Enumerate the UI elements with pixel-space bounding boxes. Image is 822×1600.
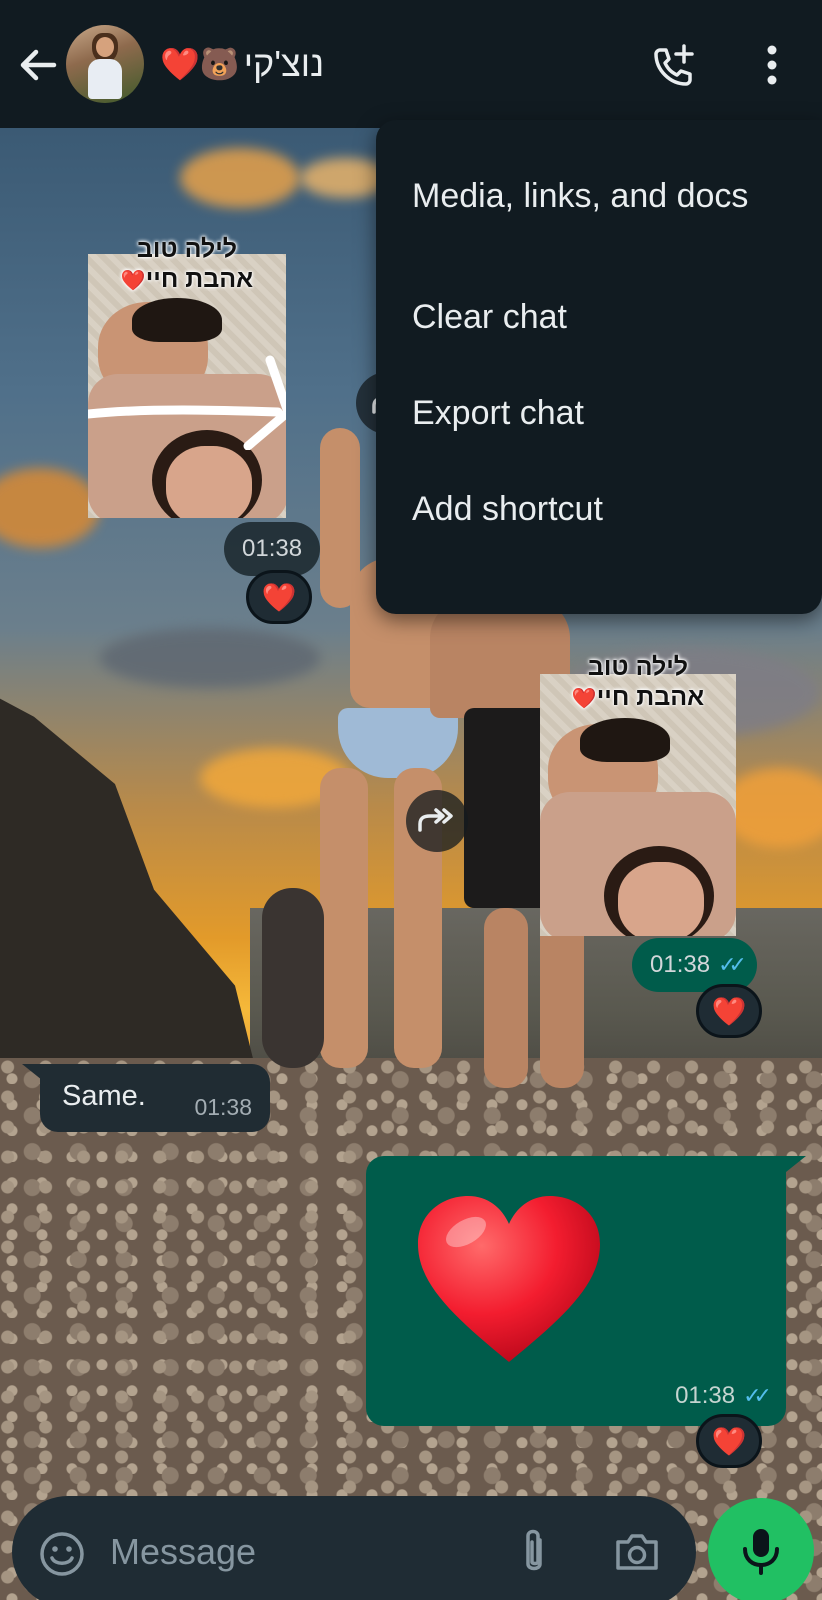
caption-heart-emoji: ❤️: [571, 688, 597, 710]
emoji-icon[interactable]: [38, 1530, 86, 1578]
paperclip-icon[interactable]: [512, 1526, 556, 1578]
incoming-text-message[interactable]: Same. 01:38: [40, 1064, 270, 1132]
message-time: 01:38 ✓✓: [675, 1382, 772, 1410]
emoji-message-time: 01:38: [675, 1382, 736, 1409]
incoming-image-time: 01:38: [242, 535, 303, 562]
camera-icon[interactable]: [612, 1528, 662, 1576]
reaction-heart-emoji: ❤️: [711, 1425, 747, 1457]
more-options-icon[interactable]: [752, 40, 792, 90]
message-time: 01:38: [224, 522, 321, 576]
chat-header: ❤️🐻 נוצ'קי: [0, 0, 822, 128]
bubble-tail: [22, 1064, 42, 1080]
reaction-badge[interactable]: ❤️: [246, 570, 312, 624]
outgoing-image-time: 01:38: [650, 951, 711, 978]
caption-line-1: לילה טוב: [587, 653, 689, 681]
caption-line-2: אהבת חיי: [145, 265, 254, 293]
reaction-badge[interactable]: ❤️: [696, 1414, 762, 1468]
menu-item-clear-chat[interactable]: Clear chat: [376, 262, 822, 372]
overflow-menu: Media, links, and docs Clear chat Export…: [376, 120, 822, 614]
caption-line-1: לילה טוב: [136, 235, 238, 263]
contact-avatar[interactable]: [66, 25, 144, 103]
menu-item-add-shortcut[interactable]: Add shortcut: [376, 454, 822, 564]
back-arrow-icon[interactable]: [14, 40, 64, 90]
microphone-icon: [743, 1529, 779, 1575]
forward-button[interactable]: [406, 790, 468, 852]
message-time: 01:38: [194, 1094, 252, 1120]
message-text: Same.: [62, 1080, 146, 1112]
big-heart-emoji: [414, 1192, 604, 1372]
outgoing-emoji-message[interactable]: ❤️ 01:38 ✓✓: [366, 1156, 786, 1426]
caption-line-2: אהבת חיי: [596, 683, 705, 711]
microphone-button[interactable]: [708, 1498, 814, 1600]
reaction-heart-emoji: ❤️: [711, 995, 747, 1027]
reaction-badge[interactable]: ❤️: [696, 984, 762, 1038]
contact-name-text: נוצ'קי: [243, 43, 325, 84]
add-call-icon[interactable]: [650, 42, 698, 90]
caption-heart-emoji: ❤️: [120, 270, 146, 292]
bubble-tail: [786, 1156, 806, 1172]
reaction-heart-emoji: ❤️: [261, 581, 297, 613]
incoming-image-caption: לילה טוב אהבת חיי❤️: [88, 234, 286, 296]
message-input[interactable]: [110, 1520, 480, 1584]
menu-item-export-chat[interactable]: Export chat: [376, 358, 822, 468]
contact-name[interactable]: ❤️🐻 נוצ'קי: [160, 40, 324, 88]
read-receipt-icon: ✓✓: [743, 1383, 772, 1408]
contact-emoji: ❤️🐻: [160, 46, 240, 82]
outgoing-image-caption: לילה טוב אהבת חיי❤️: [540, 652, 736, 714]
message-composer: [12, 1496, 696, 1600]
menu-item-media-links-docs[interactable]: Media, links, and docs: [376, 166, 822, 276]
